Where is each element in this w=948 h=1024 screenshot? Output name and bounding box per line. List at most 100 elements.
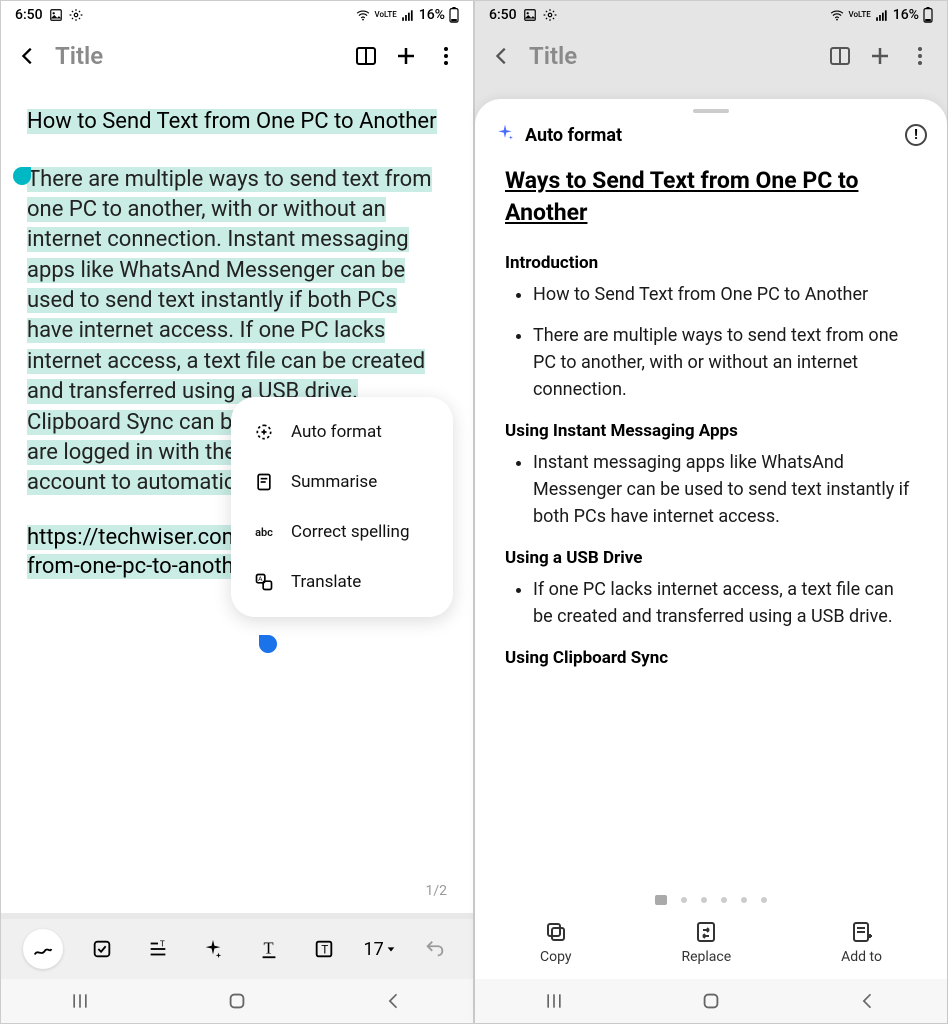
text-box-button[interactable]: T	[308, 933, 340, 965]
left-phone: 6:50 VoLTE 16% Title	[0, 0, 474, 1024]
ai-button[interactable]	[197, 933, 229, 965]
replace-button[interactable]: Replace	[681, 919, 731, 965]
spelling-icon: abc	[253, 521, 275, 543]
reader-icon[interactable]	[353, 43, 379, 69]
menu-label: Summarise	[291, 472, 377, 492]
gear-icon	[543, 8, 557, 22]
status-time: 6:50	[489, 7, 517, 23]
menu-summarise[interactable]: Summarise	[231, 457, 453, 507]
back-icon[interactable]	[15, 43, 41, 69]
sheet-title-label: Auto format	[525, 125, 895, 146]
gear-icon	[69, 8, 83, 22]
handwriting-button[interactable]	[23, 929, 63, 969]
status-bar: 6:50 VoLTE 16%	[475, 1, 947, 29]
nav-back-button[interactable]	[855, 988, 881, 1014]
editor-toolbar: T T T 17	[1, 919, 473, 979]
wifi-icon	[829, 8, 845, 22]
list-item: Instant messaging apps like WhatsAnd Mes…	[533, 449, 917, 530]
svg-text:T: T	[321, 943, 328, 957]
page-title[interactable]: Title	[55, 42, 103, 70]
battery-icon	[449, 7, 459, 23]
section-heading: Using a USB Drive	[505, 548, 917, 568]
context-menu: Auto format Summarise abc Correct spelli…	[231, 397, 453, 617]
menu-correct-spelling[interactable]: abc Correct spelling	[231, 507, 453, 557]
battery-icon	[923, 7, 933, 23]
page-indicator: 1/2	[425, 883, 447, 899]
font-size-selector[interactable]: 17	[364, 939, 396, 960]
android-navbar	[1, 979, 473, 1023]
pager-dot[interactable]	[681, 897, 687, 903]
svg-text:A: A	[258, 575, 263, 583]
translate-icon: A	[253, 571, 275, 593]
selection-handle-start[interactable]	[13, 167, 31, 185]
text-format-button[interactable]: T	[142, 933, 174, 965]
text-style-button[interactable]: T	[253, 933, 285, 965]
battery-percent: 16%	[419, 7, 445, 23]
info-icon[interactable]: !	[905, 124, 927, 146]
image-icon	[49, 8, 63, 22]
sheet-header: Auto format !	[475, 119, 947, 157]
auto-format-icon	[253, 421, 275, 443]
pager-dot[interactable]	[655, 895, 667, 905]
sheet-handle[interactable]	[693, 109, 729, 113]
recents-button[interactable]	[67, 988, 93, 1014]
home-button[interactable]	[224, 988, 250, 1014]
svg-text:T: T	[160, 939, 165, 949]
sheet-actions: Copy Replace Add to	[475, 909, 947, 979]
menu-label: Correct spelling	[291, 522, 410, 542]
menu-label: Translate	[291, 572, 361, 592]
undo-button[interactable]	[419, 933, 451, 965]
network-label: VoLTE	[375, 11, 397, 19]
pager-dot[interactable]	[761, 897, 767, 903]
network-label: VoLTE	[849, 11, 871, 19]
right-phone: 6:50 VoLTE 16% Title	[474, 0, 948, 1024]
action-label: Copy	[540, 949, 572, 965]
image-icon	[523, 8, 537, 22]
section-heading: Using Instant Messaging Apps	[505, 421, 917, 441]
menu-label: Auto format	[291, 422, 382, 442]
svg-text:T: T	[263, 939, 273, 958]
pager-dot[interactable]	[701, 897, 707, 903]
action-label: Replace	[681, 949, 731, 965]
recents-button[interactable]	[541, 988, 567, 1014]
add-icon[interactable]	[393, 43, 419, 69]
summarise-icon	[253, 471, 275, 493]
selection-handle-end[interactable]	[259, 635, 277, 653]
section-heading: Using Clipboard Sync	[505, 648, 917, 668]
list-item: How to Send Text from One PC to Another	[533, 281, 917, 308]
section-heading: Introduction	[505, 253, 917, 273]
note-heading[interactable]: How to Send Text from One PC to Another	[27, 109, 437, 134]
auto-format-sheet: Auto format ! Ways to Send Text from One…	[475, 99, 947, 1023]
android-navbar	[475, 979, 947, 1023]
signal-icon	[401, 8, 415, 22]
menu-auto-format[interactable]: Auto format	[231, 407, 453, 457]
reader-icon[interactable]	[827, 43, 853, 69]
status-time: 6:50	[15, 7, 43, 23]
app-header: Title	[475, 29, 947, 83]
pager-dots[interactable]	[475, 885, 947, 909]
more-icon[interactable]	[907, 43, 933, 69]
note-editor[interactable]: How to Send Text from One PC to Another …	[1, 83, 473, 907]
nav-back-button[interactable]	[381, 988, 407, 1014]
copy-button[interactable]: Copy	[540, 919, 572, 965]
list-item: There are multiple ways to send text fro…	[533, 322, 917, 403]
signal-icon	[875, 8, 889, 22]
battery-percent: 16%	[893, 7, 919, 23]
home-button[interactable]	[698, 988, 724, 1014]
wifi-icon	[355, 8, 371, 22]
add-to-icon	[849, 919, 875, 945]
replace-icon	[693, 919, 719, 945]
menu-translate[interactable]: A Translate	[231, 557, 453, 607]
app-header: Title	[1, 29, 473, 83]
pager-dot[interactable]	[741, 897, 747, 903]
status-bar: 6:50 VoLTE 16%	[1, 1, 473, 29]
more-icon[interactable]	[433, 43, 459, 69]
pager-dot[interactable]	[721, 897, 727, 903]
page-title[interactable]: Title	[529, 42, 577, 70]
add-to-button[interactable]: Add to	[841, 919, 882, 965]
sheet-content[interactable]: Ways to Send Text from One PC to Another…	[475, 157, 947, 885]
checkbox-button[interactable]	[86, 933, 118, 965]
formatted-title: Ways to Send Text from One PC to Another	[505, 165, 917, 229]
add-icon[interactable]	[867, 43, 893, 69]
back-icon[interactable]	[489, 43, 515, 69]
